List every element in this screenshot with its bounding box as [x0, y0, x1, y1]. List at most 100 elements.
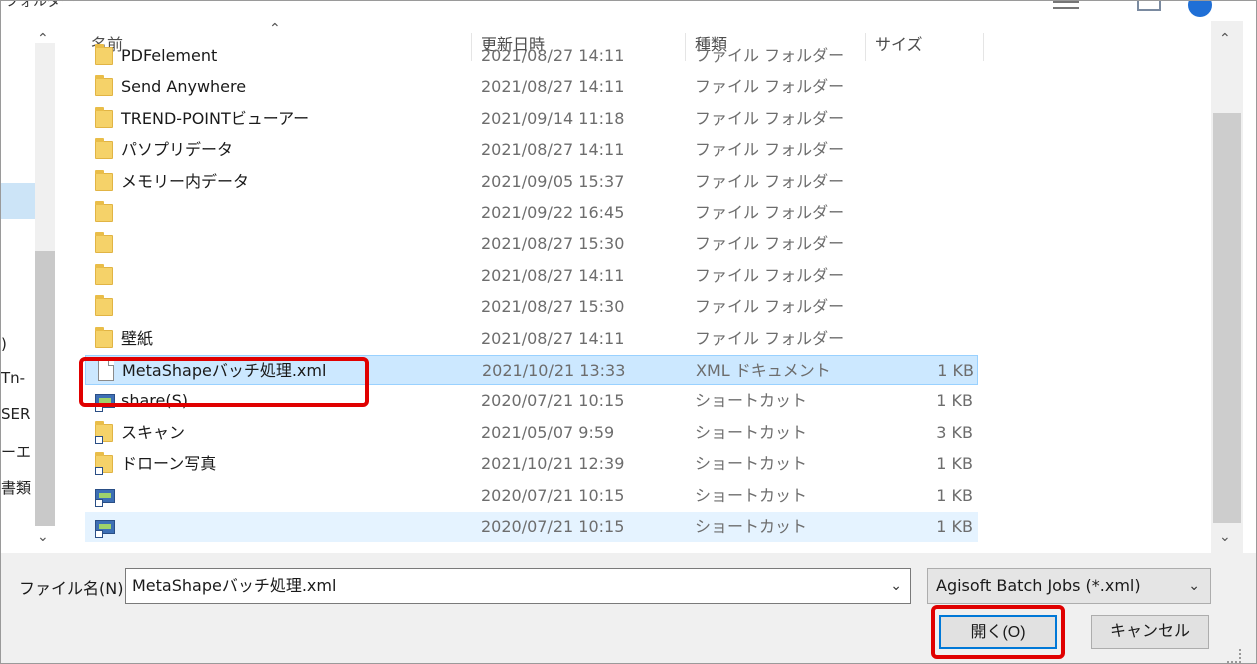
file-size: [885, 41, 973, 71]
file-type-select[interactable]: Agisoft Batch Jobs (*.xml) ⌄: [927, 568, 1211, 604]
view-options-icon[interactable]: [1053, 1, 1079, 9]
file-date: 2020/07/21 10:15: [481, 485, 625, 505]
file-type: ショートカット: [695, 485, 808, 505]
file-size: [885, 72, 973, 102]
file-type: ファイル フォルダー: [695, 297, 845, 317]
nav-item-label[interactable]: Tn-: [1, 369, 25, 387]
file-size: [885, 292, 973, 322]
file-row[interactable]: ドローン写真 2021/10/21 12:39 ショートカット 1 KB: [85, 449, 978, 479]
nav-item-label[interactable]: SER: [1, 405, 30, 423]
file-row[interactable]: PDFelement 2021/08/27 14:11 ファイル フォルダー: [85, 41, 978, 71]
nav-scroll-down-icon[interactable]: ⌄: [37, 529, 49, 545]
file-row[interactable]: スキャン 2021/05/07 9:59 ショートカット 3 KB: [85, 418, 978, 448]
file-date: 2021/08/27 14:11: [481, 77, 625, 97]
file-date: 2021/10/21 12:39: [481, 454, 625, 474]
chevron-down-icon[interactable]: ⌄: [890, 569, 902, 603]
preview-pane-icon[interactable]: [1137, 1, 1161, 11]
nav-item-label[interactable]: ーエ: [1, 441, 31, 462]
file-open-dialog: フォルダー ⌃ ⌄ ) Tn- SER ーエ 書類 ⌃ 名前 更新日時 種類 サ…: [0, 0, 1257, 664]
file-type: ファイル フォルダー: [695, 171, 845, 191]
folder-icon: [95, 263, 115, 287]
file-type: ファイル フォルダー: [695, 203, 845, 222]
file-size: [885, 104, 973, 134]
scroll-up-icon[interactable]: ⌃: [1219, 31, 1231, 47]
file-type: ショートカット: [695, 422, 808, 442]
file-name: スキャン: [121, 422, 186, 442]
file-size: 1 KB: [936, 517, 973, 536]
file-row[interactable]: 2021/08/27 14:11 ファイル フォルダー: [85, 261, 978, 291]
folder-icon: [95, 44, 115, 67]
file-size: [885, 324, 973, 354]
file-date: 2021/09/14 11:18: [481, 108, 625, 128]
nav-item-label[interactable]: 書類: [1, 477, 31, 498]
file-name: パソプリデータ: [121, 140, 234, 160]
file-date: 2021/10/21 13:33: [482, 361, 626, 380]
file-type: ファイル フォルダー: [695, 328, 845, 348]
folder-shortcut-icon: [95, 452, 115, 476]
file-row[interactable]: 2020/07/21 10:15 ショートカット 1 KB: [85, 512, 978, 542]
file-name: 壁紙: [121, 328, 154, 348]
filename-value: MetaShapeバッチ処理.xml: [132, 576, 337, 595]
file-row[interactable]: 2021/08/27 15:30 ファイル フォルダー: [85, 292, 978, 322]
folder-icon: [95, 75, 115, 98]
file-type: ファイル フォルダー: [695, 77, 845, 97]
file-date: 2021/08/27 15:30: [481, 297, 625, 317]
chevron-down-icon[interactable]: ⌄: [1188, 569, 1200, 603]
file-row[interactable]: パソプリデータ 2021/08/27 14:11 ファイル フォルダー: [85, 135, 978, 165]
dialog-footer: ファイル名(N): MetaShapeバッチ処理.xml ⌄ Agisoft B…: [1, 553, 1256, 663]
help-icon[interactable]: [1188, 1, 1212, 17]
file-size: 1 KB: [936, 391, 973, 411]
file-size: [885, 261, 973, 291]
file-name: ドローン写真: [121, 454, 217, 474]
file-date: 2021/09/05 15:37: [481, 171, 625, 191]
file-type-value: Agisoft Batch Jobs (*.xml): [936, 576, 1141, 595]
file-type: ショートカット: [695, 517, 808, 536]
dialog-top-strip: フォルダー: [1, 0, 1256, 21]
file-date: 2021/09/22 16:45: [481, 203, 625, 222]
file-date: 2021/08/27 14:11: [481, 328, 625, 348]
file-date: 2020/07/21 10:15: [481, 391, 625, 411]
file-size: [885, 229, 973, 259]
file-size: [885, 135, 973, 165]
file-row[interactable]: Send Anywhere 2021/08/27 14:11 ファイル フォルダー: [85, 72, 978, 102]
folder-icon: [95, 232, 115, 255]
file-row[interactable]: 壁紙 2021/08/27 14:11 ファイル フォルダー: [85, 324, 978, 354]
highlight-open-button: [931, 605, 1065, 659]
scrollbar-thumb[interactable]: [1213, 113, 1241, 523]
resize-grip-icon[interactable]: [1227, 649, 1241, 663]
nav-scrollbar-thumb[interactable]: [35, 251, 55, 526]
file-name: TREND-POINTビューアー: [121, 108, 310, 128]
file-size: 3 KB: [936, 422, 973, 442]
file-size: [885, 198, 973, 228]
window-title: フォルダー: [5, 0, 75, 10]
file-row[interactable]: 2021/09/22 16:45 ファイル フォルダー: [85, 198, 978, 228]
cancel-button[interactable]: キャンセル: [1091, 615, 1209, 649]
file-size: 1 KB: [936, 485, 973, 505]
file-list: ⌃ 名前 更新日時 種類 サイズ PDFelement 2021/08/27 14…: [85, 21, 1211, 553]
file-type: XML ドキュメント: [696, 361, 831, 380]
file-row[interactable]: 2020/07/21 10:15 ショートカット 1 KB: [85, 481, 978, 511]
file-row[interactable]: 2021/08/27 15:30 ファイル フォルダー: [85, 229, 978, 259]
file-date: 2021/08/27 14:11: [481, 140, 625, 160]
file-date: 2021/08/27 14:11: [481, 46, 625, 65]
nav-selected-item[interactable]: [1, 183, 35, 219]
file-type: ファイル フォルダー: [695, 234, 845, 254]
network-shortcut-icon: [95, 516, 115, 538]
file-type: ファイル フォルダー: [695, 140, 845, 160]
file-type: ファイル フォルダー: [695, 46, 845, 65]
file-type: ファイル フォルダー: [695, 265, 845, 285]
filename-input[interactable]: MetaShapeバッチ処理.xml ⌄: [125, 568, 911, 604]
file-type: ショートカット: [695, 454, 808, 474]
file-rows: PDFelement 2021/08/27 14:11 ファイル フォルダー Send…: [85, 44, 1211, 553]
file-row[interactable]: TREND-POINTビューアー 2021/09/14 11:18 ファイル フォル…: [85, 104, 978, 134]
file-date: 2021/08/27 15:30: [481, 234, 625, 254]
navigation-pane: ⌃ ⌄ ) Tn- SER ーエ 書類: [1, 21, 59, 553]
folder-icon: [95, 326, 115, 350]
nav-item-label[interactable]: ): [1, 335, 7, 353]
folder-shortcut-icon: [95, 420, 115, 444]
file-row[interactable]: メモリー内データ 2021/09/05 15:37 ファイル フォルダー: [85, 167, 978, 197]
file-list-scrollbar[interactable]: ⌃ ⌄: [1211, 21, 1243, 553]
scroll-down-icon[interactable]: ⌄: [1219, 529, 1231, 545]
nav-scroll-up-icon[interactable]: ⌃: [37, 31, 49, 47]
file-name: メモリー内データ: [121, 171, 250, 191]
